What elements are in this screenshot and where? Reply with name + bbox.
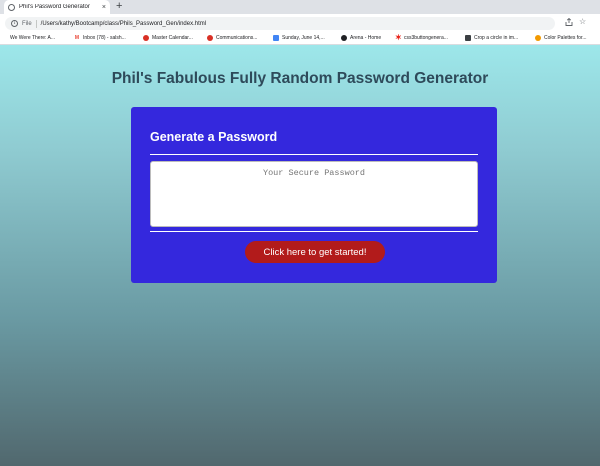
bookmark-item[interactable]: Arena - Home (341, 34, 381, 42)
info-icon[interactable]: i (11, 20, 18, 27)
url-text[interactable]: /Users/kathy/Bootcamp/class/Phils_Passwo… (41, 21, 549, 27)
page-title: Phil's Fabulous Fully Random Password Ge… (111, 70, 489, 87)
star-icon: ✶ (395, 33, 402, 42)
tab-title: Phil's Password Generator (19, 4, 90, 10)
password-card: Generate a Password Click here to get st… (131, 107, 497, 283)
bookmark-label: Inbox (78) - salsh... (83, 35, 126, 41)
bookmark-label: Crop a circle in im... (474, 35, 519, 41)
bookmark-item[interactable]: ✶ css3buttongenera... (395, 34, 448, 42)
bookmark-label: Communications... (216, 35, 258, 41)
crop-icon (465, 35, 471, 41)
bookmark-label: css3buttongenera... (404, 35, 448, 41)
bookmark-item[interactable]: Communications... (207, 34, 257, 42)
close-tab-icon[interactable]: × (102, 4, 106, 11)
bookmark-item[interactable]: Crop a circle in im... (465, 34, 518, 42)
globe-icon (8, 3, 15, 11)
tab-strip: Phil's Password Generator × + (0, 0, 600, 14)
card-header: Generate a Password (150, 130, 278, 144)
bookmarks-bar: We Were There: A... M Inbox (78) - salsh… (0, 32, 600, 45)
address-bar[interactable]: i File /Users/kathy/Bootcamp/class/Phils… (5, 17, 555, 30)
bookmark-star-icon[interactable]: ☆ (579, 18, 586, 26)
bookmark-item[interactable]: We Were There: A... (10, 34, 55, 42)
address-divider (35, 19, 37, 28)
new-tab-icon[interactable]: + (116, 1, 122, 12)
browser-toolbar: i File /Users/kathy/Bootcamp/class/Phils… (0, 14, 600, 32)
bookmark-label: We Were There: A... (10, 35, 56, 41)
password-output[interactable] (150, 161, 478, 227)
bookmark-label: Sunday, June 14,... (282, 35, 325, 41)
header-divider (150, 154, 478, 155)
docs-icon (273, 35, 279, 41)
footer-divider (150, 231, 478, 232)
url-scheme: File (22, 20, 32, 27)
bookmark-label: Color Palettes for... (544, 35, 587, 41)
bookmark-item[interactable]: Master Calendar... (143, 34, 193, 42)
arena-icon (341, 35, 347, 41)
bookmark-item[interactable]: Sunday, June 14,... (273, 34, 325, 42)
communications-icon (207, 35, 213, 41)
share-icon[interactable] (565, 17, 573, 28)
palette-icon (535, 35, 541, 41)
bookmark-item[interactable]: Color Palettes for... (535, 34, 587, 42)
calendar-icon (143, 35, 149, 41)
bookmark-label: Arena - Home (350, 35, 382, 41)
generate-button[interactable]: Click here to get started! (245, 241, 385, 263)
bookmark-item[interactable]: M Inbox (78) - salsh... (74, 34, 126, 42)
browser-tab[interactable]: Phil's Password Generator × (4, 0, 110, 14)
bookmark-label: Master Calendar... (152, 35, 193, 41)
page-viewport: Phil's Fabulous Fully Random Password Ge… (0, 45, 600, 466)
gmail-icon: M (74, 35, 80, 41)
